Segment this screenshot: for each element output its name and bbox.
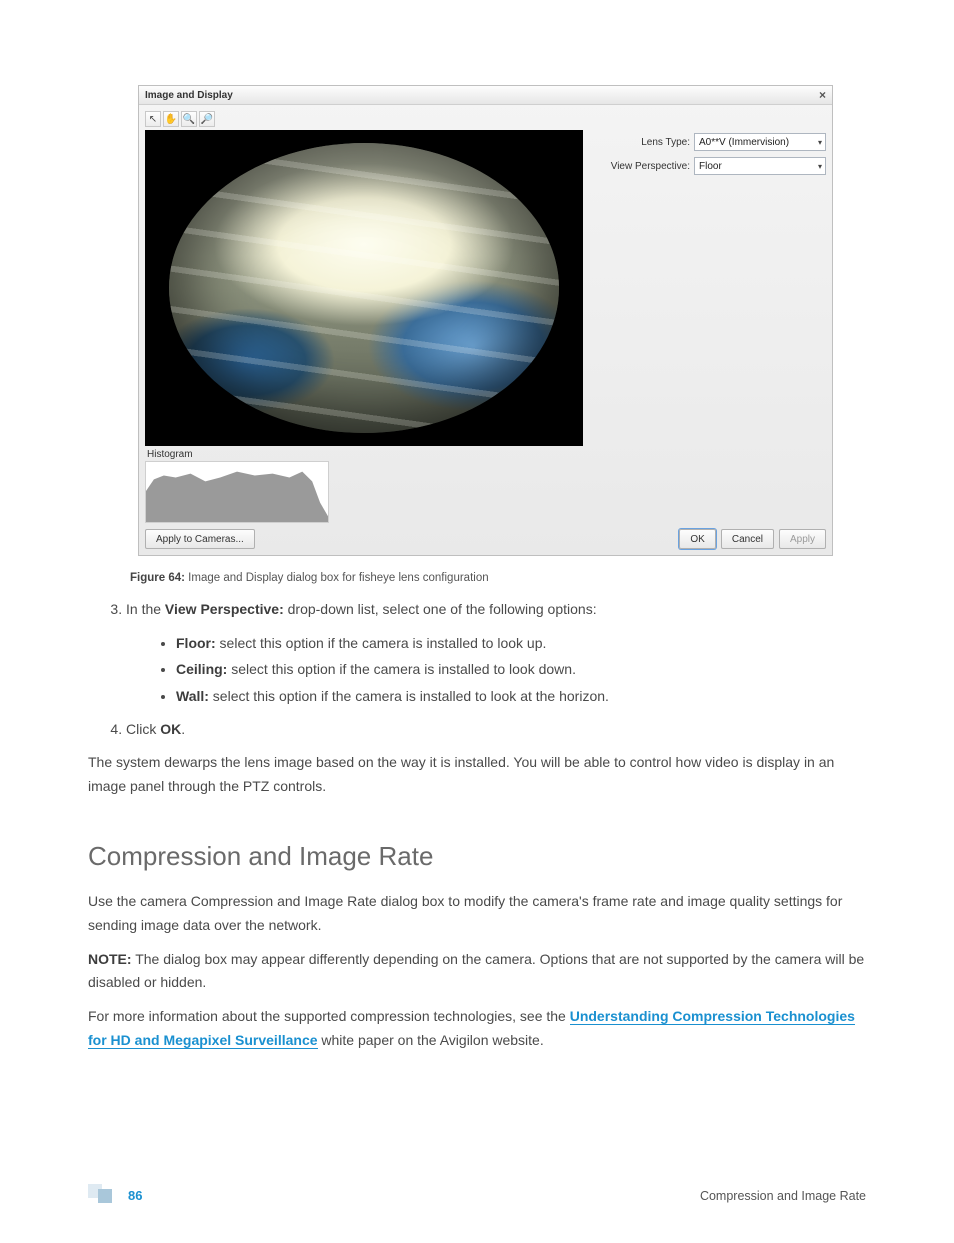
footer-decor-icon: [88, 1184, 112, 1203]
pointer-tool-button[interactable]: ↖: [145, 111, 161, 127]
option-floor: Floor: select this option if the camera …: [176, 630, 866, 657]
hand-icon: ✋: [165, 114, 177, 125]
option-ceiling: Ceiling: select this option if the camer…: [176, 656, 866, 683]
pointer-icon: ↖: [149, 114, 157, 125]
dialog-titlebar: Image and Display ×: [139, 86, 832, 105]
fisheye-preview[interactable]: [145, 130, 583, 446]
pan-tool-button[interactable]: ✋: [163, 111, 179, 127]
step-4-term: OK: [160, 721, 181, 737]
option-wall: Wall: select this option if the camera i…: [176, 683, 866, 710]
figure-caption-prefix: Figure 64:: [130, 572, 185, 584]
view-perspective-label: View Perspective:: [611, 161, 690, 172]
close-icon[interactable]: ×: [819, 88, 826, 102]
section-heading: Compression and Image Rate: [88, 841, 866, 872]
lens-type-label: Lens Type:: [641, 137, 690, 148]
view-perspective-value: Floor: [699, 161, 722, 172]
histogram-label: Histogram: [145, 446, 583, 461]
chevron-down-icon: ▾: [818, 138, 822, 147]
cancel-button[interactable]: Cancel: [721, 529, 774, 549]
histogram: [145, 461, 329, 523]
dialog-title: Image and Display: [145, 90, 233, 101]
paragraph-intro: Use the camera Compression and Image Rat…: [88, 890, 866, 938]
image-toolbar: ↖ ✋ 🔍 🔎: [145, 109, 583, 130]
page-number: 86: [128, 1188, 142, 1203]
step-3-term: View Perspective:: [165, 601, 284, 617]
lens-type-select[interactable]: A0**V (Immervision) ▾: [694, 133, 826, 151]
ok-button[interactable]: OK: [679, 529, 715, 549]
apply-to-cameras-button[interactable]: Apply to Cameras...: [145, 529, 255, 549]
figure-caption: Figure 64: Image and Display dialog box …: [130, 572, 866, 584]
paragraph-dewarp: The system dewarps the lens image based …: [88, 751, 866, 799]
zoom-in-button[interactable]: 🔍: [181, 111, 197, 127]
note-paragraph: NOTE: The dialog box may appear differen…: [88, 948, 866, 996]
chevron-down-icon: ▾: [818, 162, 822, 171]
footer-section-title: Compression and Image Rate: [700, 1189, 866, 1203]
zoom-in-icon: 🔍: [183, 114, 195, 125]
view-perspective-select[interactable]: Floor ▾: [694, 157, 826, 175]
apply-button[interactable]: Apply: [779, 529, 826, 549]
note-prefix: NOTE:: [88, 951, 132, 967]
zoom-out-button[interactable]: 🔎: [199, 111, 215, 127]
lens-type-value: A0**V (Immervision): [699, 137, 789, 148]
fisheye-image: [169, 143, 559, 433]
figure-caption-text: Image and Display dialog box for fisheye…: [185, 572, 489, 584]
zoom-out-icon: 🔎: [201, 114, 213, 125]
step-4: Click OK.: [126, 718, 866, 742]
step-3: In the View Perspective: drop-down list,…: [126, 598, 866, 710]
paragraph-link: For more information about the supported…: [88, 1005, 866, 1053]
image-and-display-dialog: Image and Display × ↖ ✋ 🔍 🔎 Histogram: [138, 85, 833, 556]
